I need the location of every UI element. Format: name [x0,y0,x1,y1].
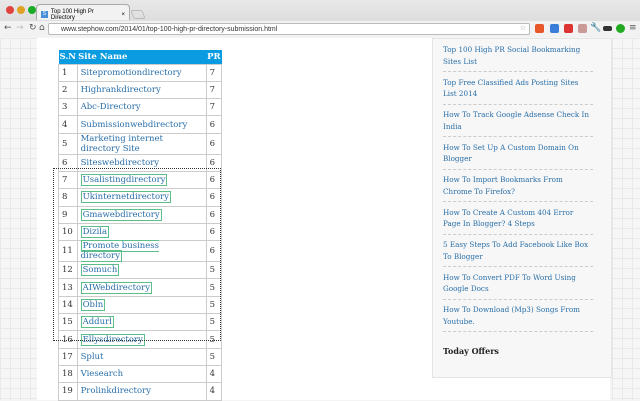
row-number: 4 [58,115,78,134]
extension-icon[interactable] [616,24,625,33]
site-name-cell[interactable]: Abc-Directory [76,98,207,117]
wrench-icon[interactable]: 🔧 [590,23,601,33]
table-row: 17 Splut 5 [58,347,223,366]
today-offers-heading: Today Offers [443,346,499,356]
site-link[interactable]: Viesearch [81,369,124,379]
browser-tab[interactable]: S Top 100 High Pr Directory × [36,4,130,21]
site-link[interactable]: Marketing internet directory Site [81,134,163,154]
header-sn: S.N [58,50,78,64]
glasses-icon[interactable] [603,26,612,31]
back-icon[interactable]: ← [4,23,12,33]
extension-icon[interactable] [564,24,573,33]
page-background [0,38,37,400]
sidebar: Top 100 High PR Social Bookmarking Sites… [432,38,612,378]
address-bar[interactable]: www.stephow.com/2014/01/top-100-high-pr-… [48,23,530,35]
minimize-window-button[interactable] [17,6,25,14]
site-name-cell[interactable]: Prolinkdirectory [76,382,207,401]
pr-value: 7 [205,80,223,100]
table-row: 5 Marketing internet directory Site 6 [58,132,223,155]
site-link[interactable]: Siteswebdirectory [81,158,160,168]
row-number: 18 [58,364,78,384]
pr-value: 5 [205,347,223,366]
row-number: 3 [58,98,78,117]
sidebar-link[interactable]: 5 Easy Steps To Add Facebook Like Box To… [443,239,593,268]
sidebar-link[interactable]: How To Track Google Adsense Check In Ind… [443,109,593,138]
pr-value: 6 [205,132,223,155]
pr-value: 7 [205,63,223,82]
site-link[interactable]: Abc-Directory [81,102,141,112]
sidebar-link[interactable]: How To Set Up A Custom Domain On Blogger [443,142,593,170]
sidebar-link[interactable]: Top Free Classified Ads Posting Sites Li… [443,77,593,105]
selection-box [53,168,221,341]
extension-icon[interactable] [578,24,587,33]
site-name-cell[interactable]: Submissionwebdirectory [76,115,207,134]
table-row: 19 Prolinkdirectory 4 [58,382,223,401]
sidebar-link[interactable]: Top 100 High PR Social Bookmarking Sites… [443,44,593,73]
page-background [612,38,640,400]
row-number: 2 [58,80,78,100]
pr-value: 4 [205,364,223,384]
site-link[interactable]: Splut [81,352,104,362]
tab-title: Top 100 High Pr Directory [50,8,94,21]
table-row: 18 Viesearch 4 [58,364,223,384]
header-site-name: Site Name [77,50,207,64]
table-row: 3 Abc-Directory 7 [58,98,223,117]
site-link[interactable]: Sitepromotiondirectory [81,68,182,78]
pr-value: 7 [205,98,223,117]
sidebar-link[interactable]: How To Convert PDF To Word Using Google … [443,272,593,300]
reload-icon[interactable]: ↻ [29,23,37,33]
row-number: 5 [58,132,78,155]
row-number: 19 [58,382,78,401]
bookmark-star-icon[interactable]: ☆ [520,24,526,33]
header-pr: PR [206,50,222,64]
site-link[interactable]: Submissionwebdirectory [81,120,188,130]
forward-icon[interactable]: → [16,23,24,33]
table-row: 4 Submissionwebdirectory 6 [58,115,223,134]
zoom-window-button[interactable] [28,6,36,14]
favicon-icon: S [41,11,48,18]
extension-icon[interactable] [535,24,544,33]
table-row: 1 Sitepromotiondirectory 7 [58,63,223,82]
pr-value: 6 [205,115,223,134]
row-number: 17 [58,347,78,366]
table-row: 2 Highrankdirectory 7 [58,80,223,100]
url-text: www.stephow.com/2014/01/top-100-high-pr-… [61,26,278,33]
extension-icon[interactable] [550,24,559,33]
row-number: 1 [58,63,78,82]
site-name-cell[interactable]: Viesearch [76,364,207,384]
pr-value: 4 [205,382,223,401]
sidebar-link[interactable]: How To Download (Mp3) Songs From Youtube… [443,304,593,333]
close-tab-icon[interactable]: × [121,12,125,18]
nav-bar: ← → ↻ ⌂ www.stephow.com/2014/01/top-100-… [0,21,640,37]
sidebar-link[interactable]: How To Import Bookmarks From Chrome To F… [443,174,593,203]
site-name-cell[interactable]: Highrankdirectory [76,80,207,100]
browser-chrome: S Top 100 High Pr Directory × ← → ↻ ⌂ ww… [0,0,640,37]
sidebar-link[interactable]: How To Create A Custom 404 Error Page In… [443,207,593,235]
site-link[interactable]: Highrankdirectory [81,85,161,95]
new-tab-button[interactable] [130,10,146,19]
site-name-cell[interactable]: Sitepromotiondirectory [76,63,207,82]
home-icon[interactable]: ⌂ [39,23,45,33]
close-window-button[interactable] [6,6,14,14]
site-name-cell[interactable]: Splut [76,347,207,366]
site-name-cell[interactable]: Marketing internet directory Site [76,132,207,155]
menu-icon[interactable]: ≡ [629,23,637,33]
site-link[interactable]: Prolinkdirectory [81,386,151,396]
